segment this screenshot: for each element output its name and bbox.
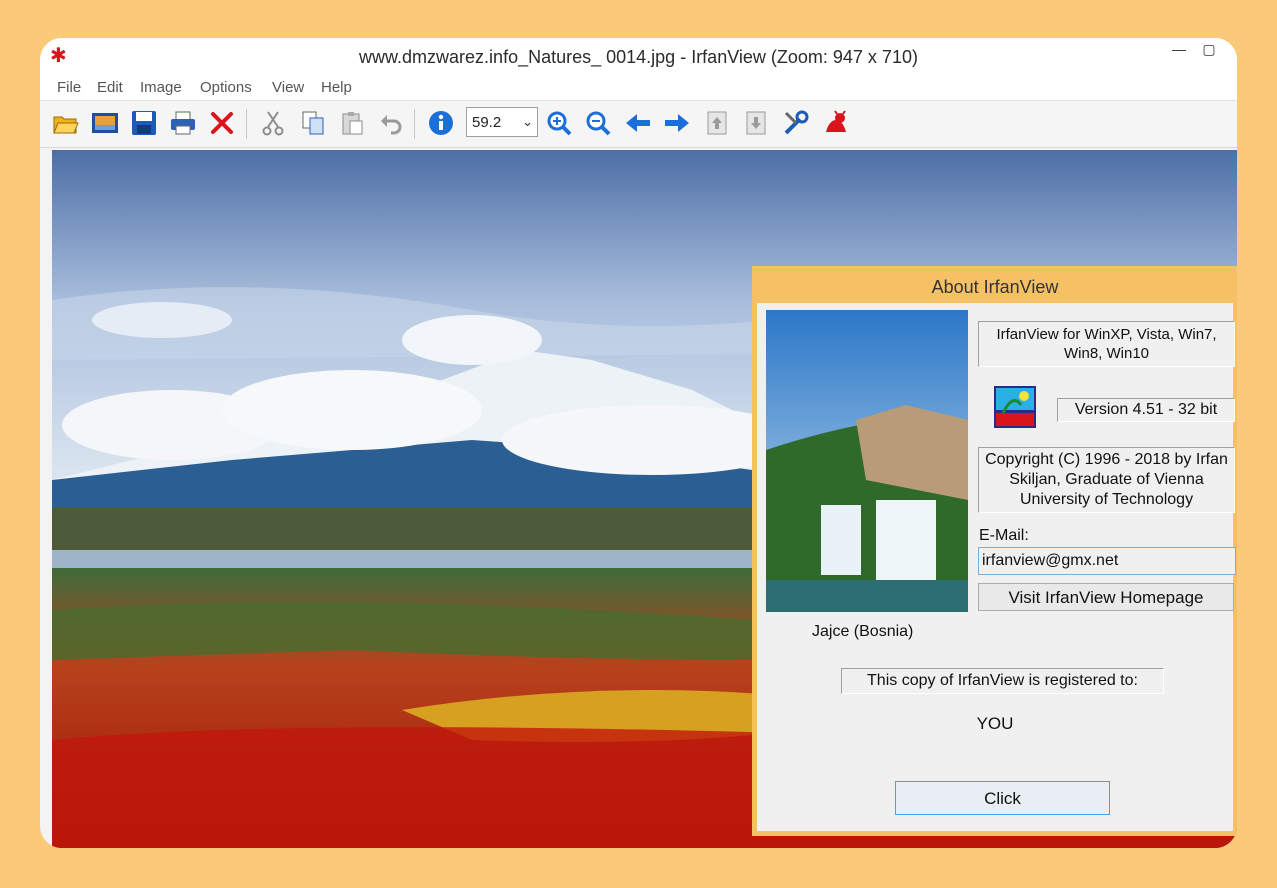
visit-homepage-label: Visit IrfanView Homepage xyxy=(1008,588,1204,607)
registered-box: This copy of IrfanView is registered to: xyxy=(841,668,1164,694)
open-icon[interactable] xyxy=(51,108,81,138)
menu-file[interactable]: File xyxy=(57,79,81,96)
window-title: www.dmzwarez.info_Natures_ 0014.jpg - Ir… xyxy=(359,47,918,67)
email-field[interactable]: irfanview@gmx.net xyxy=(978,547,1236,575)
page-down-icon[interactable] xyxy=(741,108,771,138)
registered-user: YOU xyxy=(976,714,1014,733)
save-icon[interactable] xyxy=(129,108,159,138)
version-box: Version 4.51 - 32 bit xyxy=(1057,398,1235,422)
visit-homepage-button[interactable]: Visit IrfanView Homepage xyxy=(978,583,1234,611)
zoom-in-icon[interactable] xyxy=(544,108,574,138)
copy-icon[interactable] xyxy=(298,108,328,138)
next-icon[interactable] xyxy=(662,108,692,138)
toolbar: 59.2 ⌄ xyxy=(40,101,1237,148)
settings-icon[interactable] xyxy=(781,108,811,138)
menu-bar: File Edit Image Options View Help xyxy=(40,76,1237,101)
toolbar-separator xyxy=(246,109,247,139)
menu-options[interactable]: Options xyxy=(200,79,252,96)
menu-edit[interactable]: Edit xyxy=(97,79,123,96)
irfanview-window: ✱ www.dmzwarez.info_Natures_ 0014.jpg - … xyxy=(40,38,1237,848)
irfanview-logo-icon xyxy=(994,386,1036,428)
about-icon[interactable] xyxy=(821,108,851,138)
paste-icon[interactable] xyxy=(337,108,367,138)
info-icon[interactable] xyxy=(426,108,456,138)
menu-help[interactable]: Help xyxy=(321,79,352,96)
about-dialog: About IrfanView Jajce (Bosnia) IrfanView… xyxy=(752,266,1237,836)
undo-icon[interactable] xyxy=(376,108,406,138)
maximize-icon[interactable]: ▢ xyxy=(1198,42,1220,56)
platforms-text: IrfanView for WinXP, Vista, Win7, Win8, … xyxy=(978,321,1235,367)
version-label: Version 4.51 - 32 bit xyxy=(1074,401,1218,418)
page-up-icon[interactable] xyxy=(702,108,732,138)
platforms-label: IrfanView for WinXP, Vista, Win7, Win8, … xyxy=(996,326,1217,362)
minimize-icon[interactable]: — xyxy=(1168,42,1190,56)
about-dialog-title: About IrfanView xyxy=(931,277,1059,297)
ok-button-label: Click xyxy=(984,789,1021,808)
menu-image[interactable]: Image xyxy=(140,79,182,96)
registered-label: This copy of IrfanView is registered to: xyxy=(867,672,1138,689)
zoom-select[interactable]: 59.2 ⌄ xyxy=(466,107,538,137)
print-icon[interactable] xyxy=(168,108,198,138)
slideshow-icon[interactable] xyxy=(90,108,120,138)
copyright-box: Copyright (C) 1996 - 2018 by Irfan Skilj… xyxy=(978,447,1235,513)
jajce-waterfall-photo xyxy=(766,310,968,612)
toolbar-separator xyxy=(414,109,415,139)
cut-icon[interactable] xyxy=(258,108,288,138)
previous-icon[interactable] xyxy=(623,108,653,138)
email-label: E-Mail: xyxy=(979,527,1029,544)
zoom-out-icon[interactable] xyxy=(583,108,613,138)
copyright-label: Copyright (C) 1996 - 2018 by Irfan Skilj… xyxy=(985,451,1228,508)
menu-view[interactable]: View xyxy=(272,79,304,96)
delete-icon[interactable] xyxy=(207,108,237,138)
chevron-down-icon: ⌄ xyxy=(522,114,533,129)
zoom-value: 59.2 xyxy=(472,114,502,131)
title-bar: ✱ www.dmzwarez.info_Natures_ 0014.jpg - … xyxy=(40,38,1237,76)
email-value: irfanview@gmx.net xyxy=(982,552,1119,569)
photo-caption: Jajce (Bosnia) xyxy=(812,623,914,640)
about-dialog-header: About IrfanView xyxy=(757,271,1233,303)
ok-button[interactable]: Click xyxy=(895,781,1110,815)
